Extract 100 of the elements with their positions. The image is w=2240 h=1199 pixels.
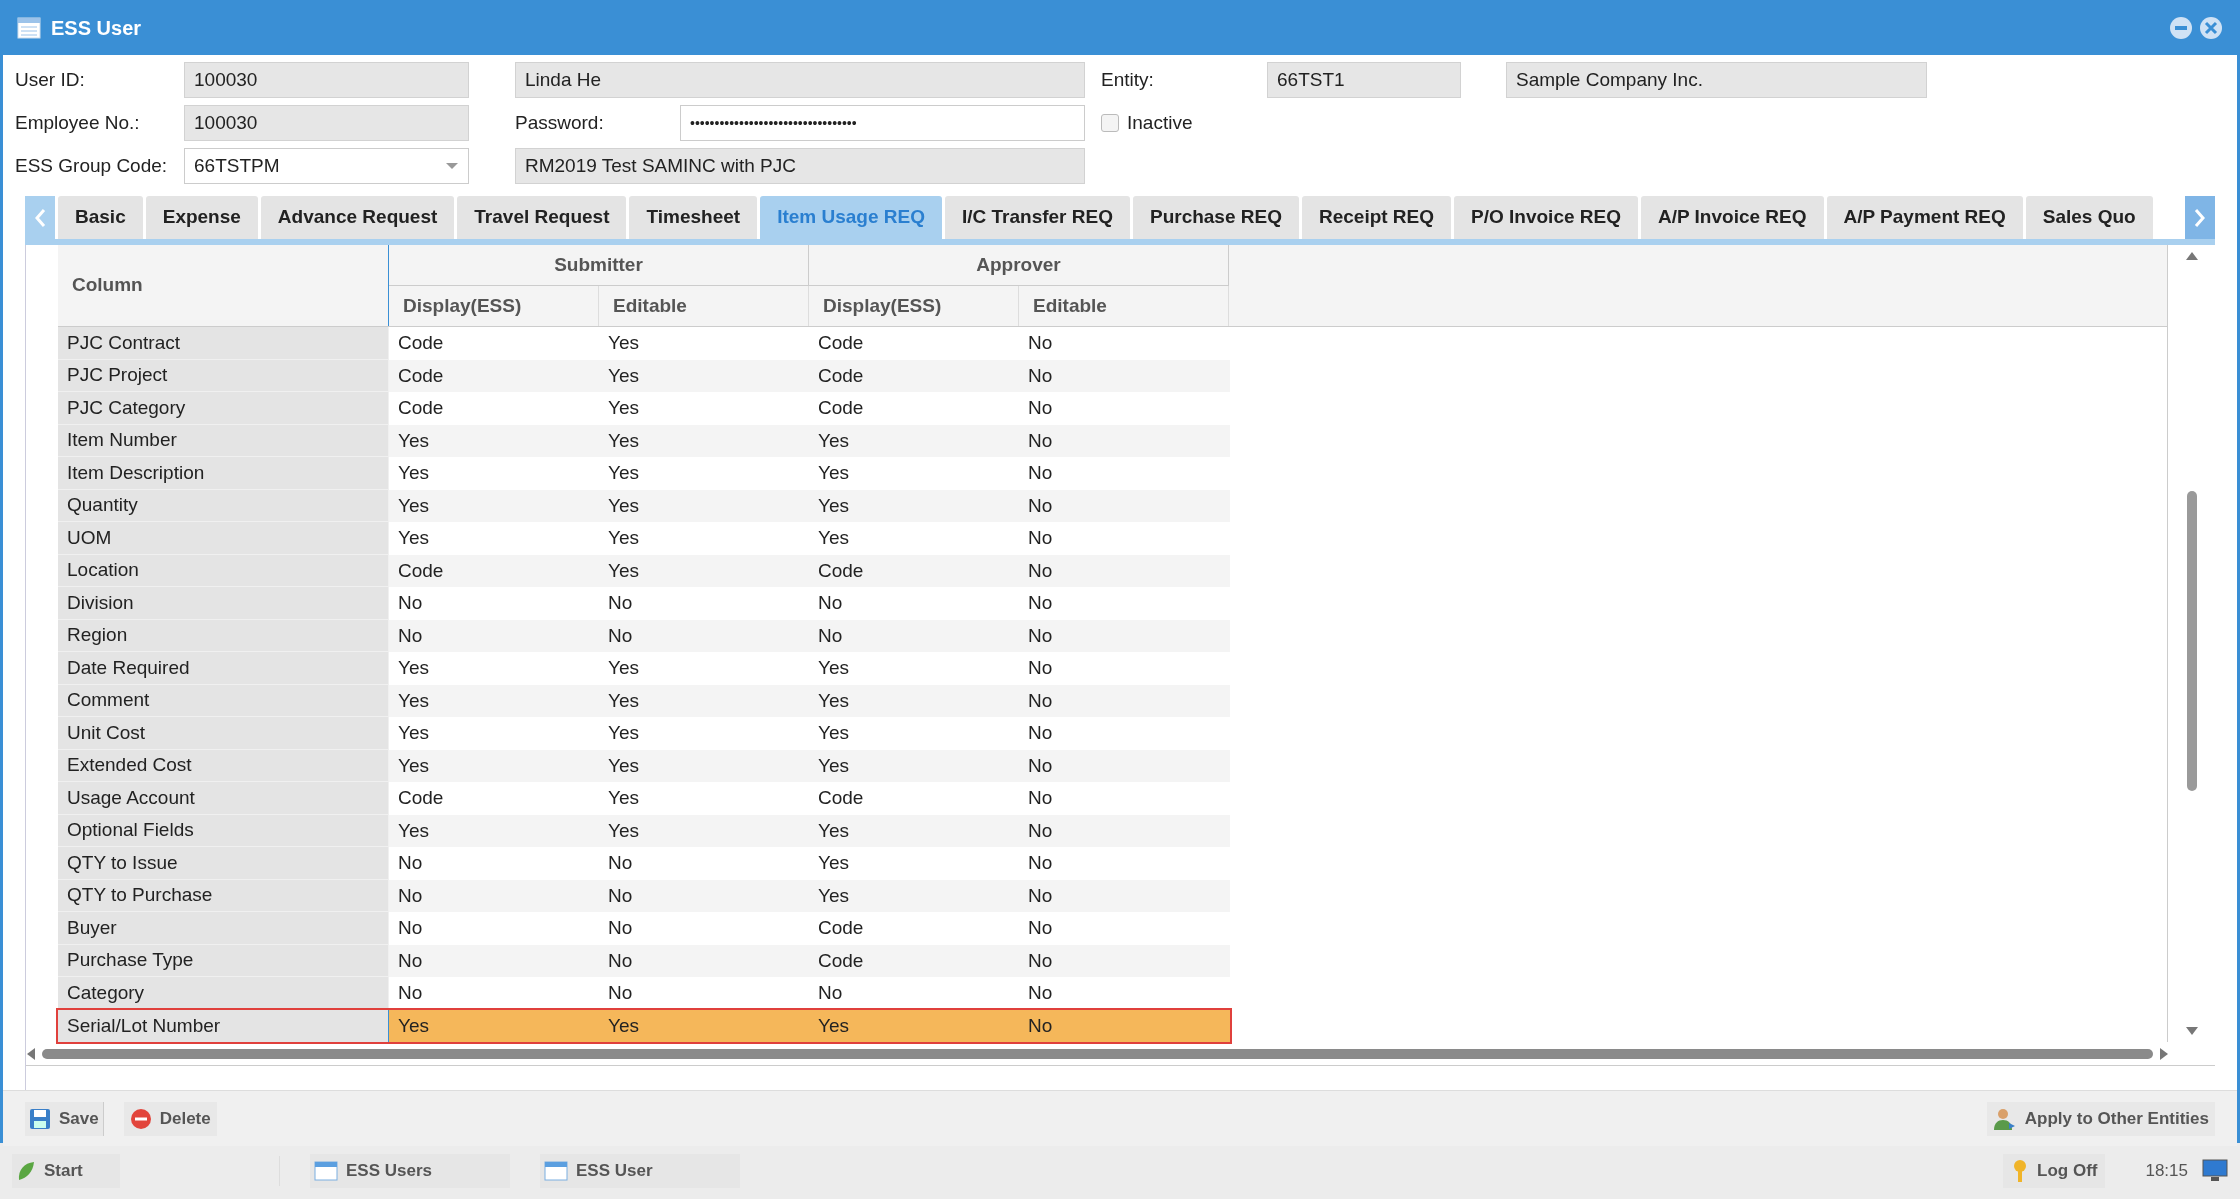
table-row[interactable]: Extended Cost Yes Yes Yes No — [58, 749, 1230, 782]
scroll-right-button[interactable] — [2185, 196, 2215, 239]
table-cell-text: Yes — [817, 656, 850, 680]
monitor-icon[interactable] — [2202, 1159, 2228, 1183]
tab[interactable]: Receipt REQ — [1301, 196, 1452, 239]
table-cell-text: Code — [817, 363, 865, 388]
tab[interactable]: Expense — [145, 196, 258, 239]
scroll-up-icon[interactable] — [2184, 251, 2199, 261]
scroll-down-icon[interactable] — [2184, 1026, 2199, 1036]
table-cell-text: Code — [397, 363, 445, 388]
table-cell-text: No — [1027, 461, 1054, 485]
scrollbar-thumb[interactable] — [42, 1048, 2153, 1059]
column-header: Editable — [599, 285, 809, 326]
table-row[interactable]: Region No No No No — [58, 619, 1230, 652]
checkbox-label: Inactive — [1127, 110, 1193, 135]
tab[interactable]: I/C Transfer REQ — [944, 196, 1130, 239]
tab[interactable]: Sales Quo — [2025, 196, 2153, 239]
password-field[interactable]: •••••••••••••••••••••••••••••••••• — [680, 105, 1085, 141]
table-cell-text: Yes — [607, 526, 640, 550]
minimize-icon[interactable] — [2169, 15, 2193, 40]
table-cell-text: Yes — [607, 753, 640, 778]
table-cell: Comment — [58, 684, 389, 717]
scroll-left-icon[interactable] — [26, 1046, 36, 1061]
table-row[interactable]: PJC Project Code Yes Code No — [58, 359, 1230, 392]
table-cell-text: Yes — [817, 428, 850, 453]
table-cell: Serial/Lot Number — [58, 1009, 389, 1042]
table-row[interactable]: Comment Yes Yes Yes No — [58, 684, 1230, 717]
field-label: Password: — [515, 110, 605, 135]
table-row[interactable]: Quantity Yes Yes Yes No — [58, 489, 1230, 522]
text-field[interactable]: Linda He — [515, 62, 1085, 98]
tab[interactable]: A/P Payment REQ — [1826, 196, 2023, 239]
close-icon[interactable] — [2199, 15, 2223, 40]
table-cell-text: No — [817, 591, 844, 615]
table-cell-text: Yes — [817, 461, 850, 485]
table-cell-text: No — [1027, 883, 1054, 908]
tab[interactable]: Basic — [58, 196, 143, 239]
table-cell-text: Code — [817, 916, 865, 940]
column-header: Display(ESS) — [809, 285, 1019, 326]
start-button[interactable]: Start — [12, 1154, 120, 1188]
table-cell-text: No — [1027, 1013, 1054, 1038]
save-button[interactable]: Save — [25, 1101, 104, 1136]
delete-button[interactable]: Delete — [123, 1101, 217, 1136]
table-row[interactable]: Optional Fields Yes Yes Yes No — [58, 814, 1230, 847]
table-cell: Usage Account — [58, 782, 389, 815]
table-row[interactable]: Item Number Yes Yes Yes No — [58, 424, 1230, 457]
table-cell-text: Yes — [817, 721, 850, 745]
text-field[interactable]: 100030 — [184, 62, 469, 98]
taskbar-window[interactable]: ESS User — [540, 1154, 740, 1188]
text-field[interactable]: 66TST1 — [1267, 62, 1461, 98]
table-cell-text: Yes — [817, 753, 850, 778]
text-field[interactable]: Sample Company Inc. — [1506, 62, 1927, 98]
scrollbar-thumb[interactable] — [2186, 491, 2197, 791]
text-field[interactable]: 100030 — [184, 105, 469, 141]
table-cell-text: Yes — [397, 1013, 430, 1038]
tab[interactable]: Travel Request — [457, 196, 627, 239]
taskbar-window[interactable]: ESS Users — [310, 1154, 510, 1188]
scroll-right-icon[interactable] — [2159, 1046, 2169, 1061]
table-cell-text: Code — [397, 558, 445, 583]
tab[interactable]: Advance Request — [260, 196, 455, 239]
table-cell: PJC Contract — [58, 327, 389, 360]
table-cell: Date Required — [58, 652, 389, 685]
table-cell-text: Yes — [607, 428, 640, 453]
table-row[interactable]: Location Code Yes Code No — [58, 554, 1230, 587]
table-cell-text: No — [1027, 493, 1054, 518]
delete-icon — [129, 1107, 152, 1130]
log-off-button[interactable]: Log Off — [2003, 1154, 2106, 1188]
user-icon — [1992, 1106, 2017, 1131]
table-cell-text: Code — [817, 786, 865, 810]
table-row[interactable]: Serial/Lot Number Yes Yes Yes No — [58, 1009, 1230, 1042]
table-cell-text: No — [1027, 656, 1054, 680]
group-code-dropdown[interactable]: 66TSTPM — [184, 148, 469, 184]
table-cell-text: No — [1027, 948, 1054, 973]
table-row[interactable]: Category No No No No — [58, 977, 1230, 1010]
table-cell: QTY to Issue — [58, 847, 389, 880]
table-cell-text: Code — [817, 331, 865, 355]
tab[interactable]: Timesheet — [629, 196, 758, 239]
table-cell-text: No — [607, 591, 634, 615]
table-cell-text: No — [397, 948, 424, 973]
field-label: ESS Group Code: — [15, 153, 169, 178]
table-cell: Region — [58, 619, 389, 652]
table-cell-text: Code — [817, 948, 865, 973]
leaf-icon — [16, 1160, 36, 1182]
window-icon — [544, 1161, 568, 1181]
table-row[interactable]: QTY to Purchase No No Yes No — [58, 879, 1230, 912]
table-cell-text: No — [817, 981, 844, 1005]
group-header: Submitter — [389, 245, 809, 286]
apply-button[interactable]: Apply to Other Entities — [1986, 1101, 2215, 1136]
text-field[interactable]: RM2019 Test SAMINC with PJC — [515, 148, 1085, 184]
table-cell-text: Code — [397, 331, 445, 355]
tab[interactable]: A/P Invoice REQ — [1641, 196, 1824, 239]
table-cell: Buyer — [58, 912, 389, 945]
table-cell-text: No — [1027, 688, 1054, 713]
table-cell-text: No — [1027, 786, 1054, 810]
table-cell-text: Code — [397, 786, 445, 810]
table-cell: Extended Cost — [58, 749, 389, 782]
tab[interactable]: Purchase REQ — [1132, 196, 1299, 239]
tab[interactable]: P/O Invoice REQ — [1454, 196, 1638, 239]
table-row[interactable]: Purchase Type No No Code No — [58, 944, 1230, 977]
group-header: Approver — [809, 245, 1229, 286]
table-cell-text: No — [817, 623, 844, 648]
